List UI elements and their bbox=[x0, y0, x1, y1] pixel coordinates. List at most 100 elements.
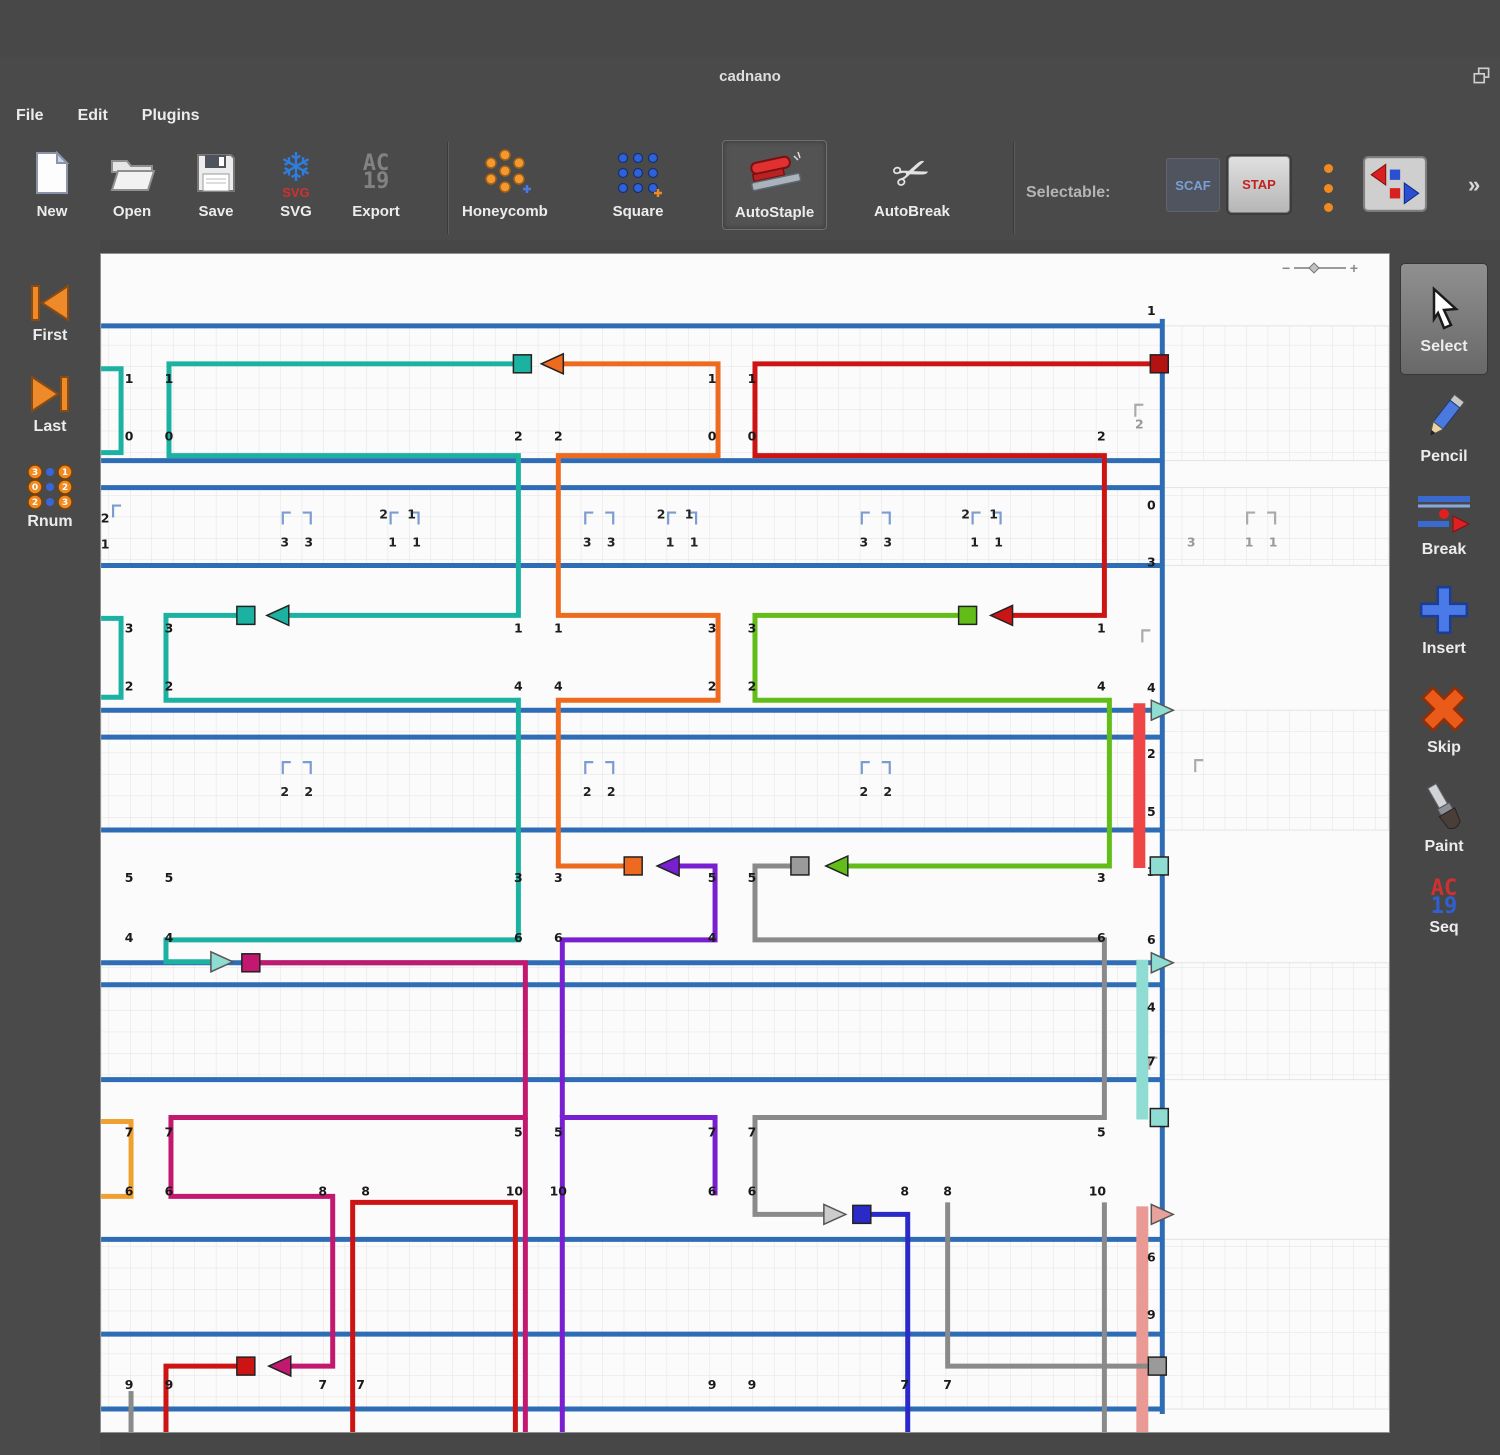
main-toolbar: New Open Save ❄SVG SVG AC19 Export bbox=[0, 136, 1500, 240]
base-index-label: 0 bbox=[1147, 498, 1156, 513]
base-index-label: 1 bbox=[1269, 535, 1278, 550]
svg-button-label: SVG bbox=[280, 203, 312, 220]
zoom-handle[interactable] bbox=[1309, 262, 1320, 273]
selection-filter-dots-button[interactable] bbox=[1320, 160, 1336, 216]
strand-endpoint-square[interactable] bbox=[1150, 1109, 1168, 1127]
base-index-label: 7 bbox=[165, 1125, 174, 1140]
autostaple-button-label: AutoStaple bbox=[735, 204, 814, 221]
base-index-label: 4 bbox=[1147, 680, 1156, 695]
square-lattice-button[interactable]: Square bbox=[608, 146, 668, 220]
strand-endpoint-arrow[interactable] bbox=[824, 1204, 846, 1224]
break-tool-button[interactable]: Break bbox=[1415, 490, 1473, 559]
scaffold-selectable-toggle[interactable]: SCAF bbox=[1166, 158, 1220, 212]
strand-break-icon bbox=[1415, 490, 1473, 538]
paint-tool-button[interactable]: Paint bbox=[1418, 781, 1470, 856]
restore-window-button[interactable] bbox=[1471, 65, 1493, 87]
skip-to-last-icon bbox=[27, 373, 73, 415]
skip-tool-button[interactable]: Skip bbox=[1417, 682, 1471, 757]
zoom-in-button[interactable]: + bbox=[1350, 260, 1358, 276]
base-index-label: 2 bbox=[304, 784, 313, 799]
base-index-label: 1 bbox=[994, 535, 1003, 550]
rnum-button[interactable]: 3 1 0 2 2 3 Rnum bbox=[26, 464, 74, 531]
path-view-canvas[interactable]: 3311213311213311211122222211110022002213… bbox=[100, 253, 1390, 1433]
renumber-icon: 3 1 0 2 2 3 bbox=[26, 464, 74, 510]
toolbar-overflow-chevron[interactable]: » bbox=[1468, 172, 1480, 198]
skip-to-first-icon bbox=[27, 282, 73, 324]
zoom-out-button[interactable]: − bbox=[1282, 260, 1290, 276]
base-index-label: 2 bbox=[883, 784, 892, 799]
base-index-label: 1 bbox=[989, 507, 998, 522]
path-view-svg[interactable]: 3311213311213311211122222211110022002213… bbox=[101, 254, 1389, 1432]
teal-edge-stub-b[interactable] bbox=[101, 618, 121, 697]
strand-endpoint-square[interactable] bbox=[242, 954, 260, 972]
strand-endpoint-arrow[interactable] bbox=[267, 605, 289, 625]
base-index-label: 3 bbox=[514, 870, 523, 885]
autobreak-button[interactable]: ✂ AutoBreak bbox=[874, 146, 950, 220]
base-index-label: 1 bbox=[101, 537, 109, 552]
insert-tool-button[interactable]: Insert bbox=[1417, 583, 1471, 658]
base-index-label: 1 bbox=[388, 535, 397, 550]
strand-endpoint-square[interactable] bbox=[513, 355, 531, 373]
strand-endpoint-arrow[interactable] bbox=[657, 856, 679, 876]
orange-dot-icon bbox=[1324, 164, 1333, 173]
honeycomb-lattice-button[interactable]: Honeycomb bbox=[462, 146, 548, 220]
zoom-slider[interactable]: − + bbox=[1282, 258, 1358, 278]
pencil-tool-button[interactable]: Pencil bbox=[1418, 391, 1470, 466]
base-index-label: 2 bbox=[379, 507, 388, 522]
base-index-label: 8 bbox=[318, 1183, 327, 1198]
staple-selectable-toggle[interactable]: STAP bbox=[1228, 156, 1290, 213]
menu-item-edit[interactable]: Edit bbox=[78, 107, 108, 125]
base-index-label: 5 bbox=[514, 1125, 523, 1140]
last-button[interactable]: Last bbox=[27, 373, 73, 436]
open-button[interactable]: Open bbox=[102, 146, 162, 220]
base-index-label: 0 bbox=[708, 429, 717, 444]
base-index-label: 1 bbox=[748, 371, 757, 386]
base-index-label: 2 bbox=[165, 678, 174, 693]
base-index-label: 1 bbox=[970, 535, 979, 550]
base-index-label: 1 bbox=[690, 535, 699, 550]
scissors-icon: ✂ bbox=[893, 146, 930, 200]
strand-endpoint-square[interactable] bbox=[237, 606, 255, 624]
save-floppy-icon bbox=[195, 146, 237, 200]
menu-bar: File Edit Plugins bbox=[0, 96, 1500, 136]
strand-endpoint-arrow[interactable] bbox=[991, 605, 1013, 625]
export-button[interactable]: AC19 Export bbox=[346, 146, 406, 220]
zoom-track[interactable] bbox=[1294, 267, 1346, 269]
new-file-icon bbox=[33, 146, 71, 200]
save-button[interactable]: Save bbox=[186, 146, 246, 220]
menu-item-file[interactable]: File bbox=[16, 107, 44, 125]
base-index-label: 3 bbox=[554, 870, 563, 885]
autostaple-button[interactable]: AutoStaple bbox=[722, 140, 827, 230]
new-button[interactable]: New bbox=[22, 146, 82, 220]
seq-icon-bottom-text: 19 bbox=[1431, 898, 1458, 916]
window-title-bar[interactable]: cadnano bbox=[0, 57, 1500, 96]
base-index-label: 5 bbox=[1147, 804, 1156, 819]
base-index-label: 2 bbox=[1097, 429, 1106, 444]
snowflake-glyph: ❄ bbox=[279, 146, 313, 190]
endpoint-selection-filter-button[interactable] bbox=[1363, 156, 1427, 217]
strand-endpoint-square[interactable] bbox=[1150, 355, 1168, 373]
select-tool-button[interactable]: Select bbox=[1400, 263, 1488, 375]
base-index-label: 2 bbox=[657, 507, 666, 522]
strand-endpoint-arrow[interactable] bbox=[826, 856, 848, 876]
first-button[interactable]: First bbox=[27, 282, 73, 345]
strand-endpoint-square[interactable] bbox=[1148, 1357, 1166, 1375]
base-index-label: 6 bbox=[1097, 930, 1106, 945]
svg-export-button[interactable]: ❄SVG SVG bbox=[266, 146, 326, 220]
base-index-label: 7 bbox=[943, 1377, 952, 1392]
sequence-icon: AC 19 bbox=[1431, 880, 1458, 916]
menu-item-plugins[interactable]: Plugins bbox=[142, 107, 200, 125]
strand-endpoint-square[interactable] bbox=[1150, 857, 1168, 875]
pencil-icon bbox=[1418, 391, 1470, 445]
base-index-label: 5 bbox=[1097, 1125, 1106, 1140]
strand-endpoint-square[interactable] bbox=[853, 1205, 871, 1223]
strand-endpoint-square[interactable] bbox=[624, 857, 642, 875]
strand-endpoint-square[interactable] bbox=[237, 1357, 255, 1375]
base-index-label: 2 bbox=[583, 784, 592, 799]
strand-endpoint-square[interactable] bbox=[791, 857, 809, 875]
strand-endpoint-square[interactable] bbox=[959, 606, 977, 624]
seq-tool-button[interactable]: AC 19 Seq bbox=[1429, 880, 1458, 937]
export-sequence-icon: AC19 bbox=[363, 146, 390, 200]
insertion-bracket-icon bbox=[1142, 630, 1150, 642]
toolbar-separator bbox=[1013, 142, 1015, 234]
